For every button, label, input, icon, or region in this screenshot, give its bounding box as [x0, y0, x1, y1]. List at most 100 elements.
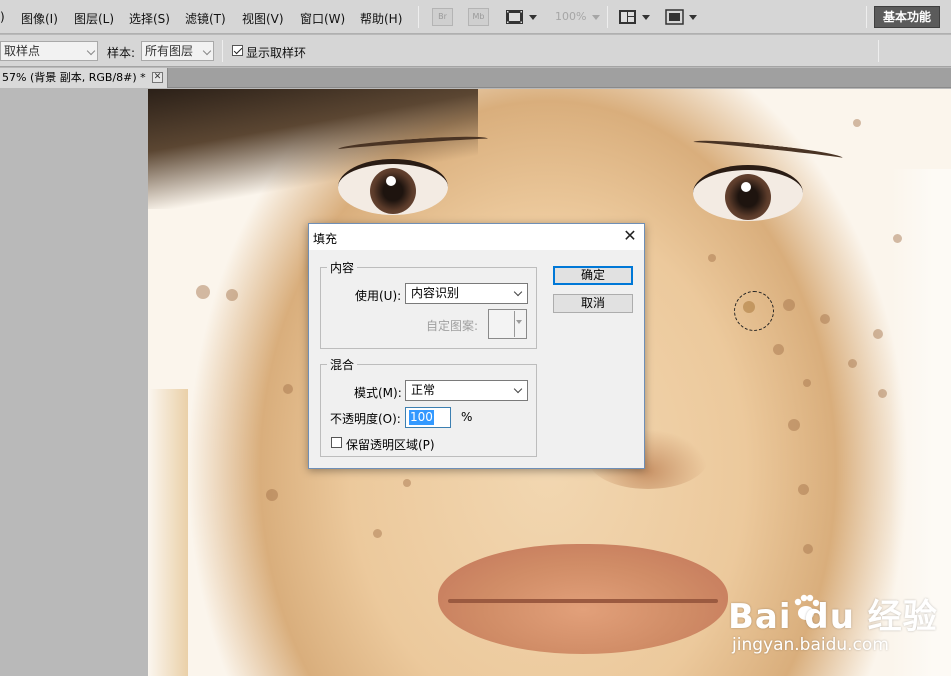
freckle [820, 314, 830, 324]
brush-cursor-circle [734, 291, 774, 331]
contents-legend: 内容 [327, 259, 358, 276]
opacity-unit: % [461, 410, 473, 424]
dialog-title: 填充 [313, 232, 338, 246]
custom-pattern-picker [488, 309, 527, 339]
freckle [708, 254, 716, 262]
mode-select[interactable]: 正常 [405, 380, 528, 401]
preserve-transparency-checkbox[interactable] [331, 437, 342, 448]
freckle [848, 359, 857, 368]
chevron-down-icon [86, 46, 96, 56]
photo-eyebrow-right [692, 137, 844, 163]
use-label: 使用(U): [355, 289, 402, 303]
document-tab-title: 57% (背景 副本, RGB/8#) * [2, 71, 146, 84]
freckle [788, 419, 800, 431]
use-value: 内容识别 [411, 286, 460, 300]
photo-eye-right [693, 165, 803, 221]
ok-button[interactable]: 确定 [553, 266, 633, 285]
menu-separator [418, 6, 419, 28]
arrange-layout-button[interactable] [618, 8, 654, 26]
freckle [798, 484, 809, 495]
photo-iris [370, 168, 416, 214]
chevron-down-icon [516, 320, 522, 324]
zoom-chevron-icon [592, 15, 600, 20]
sample-label: 样本: [107, 46, 136, 60]
menu-filter[interactable]: 滤镜(T) [185, 10, 226, 27]
freckle [853, 119, 861, 127]
freckle [783, 299, 795, 311]
layout-icon [619, 10, 636, 24]
opacity-input[interactable]: 100 [405, 407, 451, 428]
photo-eye-glint [741, 182, 751, 192]
options-bar: 取样点 样本: 所有图层 显示取样环 [0, 35, 951, 67]
contents-group: 内容 使用(U): 内容识别 自定图案: [320, 259, 537, 349]
freckle [803, 379, 811, 387]
arrange-documents-button[interactable] [505, 8, 541, 26]
menu-image[interactable]: 图像(I) [21, 10, 58, 27]
menu-window[interactable]: 窗口(W) [300, 10, 345, 27]
custom-pattern-label: 自定图案: [426, 319, 479, 333]
zoom-level[interactable]: 100% [555, 10, 586, 23]
menu-view[interactable]: 视图(V) [242, 10, 284, 27]
document-tab[interactable]: 57% (背景 副本, RGB/8#) * ✕ [0, 68, 168, 88]
screen-mode-button[interactable] [665, 8, 701, 26]
menu-select[interactable]: 选择(S) [129, 10, 170, 27]
pattern-swatch [490, 311, 515, 337]
sample-point-select[interactable]: 取样点 [0, 41, 98, 61]
chevron-down-icon [529, 15, 537, 20]
chevron-down-icon [513, 287, 523, 297]
chevron-down-icon [202, 46, 212, 56]
opacity-value: 100 [409, 410, 434, 425]
freckle [283, 384, 293, 394]
close-icon[interactable]: ✕ [152, 72, 163, 83]
photo-lip-line [448, 599, 718, 603]
menu-bar: ) 图像(I) 图层(L) 选择(S) 滤镜(T) 视图(V) 窗口(W) 帮助… [0, 0, 951, 34]
photo-background-left [148, 389, 188, 676]
freckle [373, 529, 382, 538]
freckle [196, 285, 210, 299]
menu-separator [607, 6, 608, 28]
options-separator [222, 40, 223, 62]
photo-eye-glint [386, 176, 396, 186]
dialog-titlebar[interactable]: 填充 ✕ [309, 224, 644, 250]
blending-legend: 混合 [327, 356, 358, 373]
menu-help[interactable]: 帮助(H) [360, 10, 402, 27]
chevron-down-icon [513, 384, 523, 394]
minibridge-icon[interactable]: Mb [468, 8, 489, 26]
baidu-watermark: Bai du 经验 jingyan.baidu.com [728, 589, 948, 669]
freckle [226, 289, 238, 301]
freckle [403, 479, 411, 487]
film-icon [506, 10, 523, 24]
fill-dialog: 填充 ✕ 内容 使用(U): 内容识别 自定图案: 混合 模式(M): 正常 不… [308, 223, 645, 469]
sample-value: 所有图层 [145, 44, 194, 58]
mode-label: 模式(M): [354, 386, 402, 400]
cancel-button[interactable]: 取消 [553, 294, 633, 313]
sample-select[interactable]: 所有图层 [141, 41, 214, 61]
freckle [878, 389, 887, 398]
menu-fragment: ) [0, 10, 5, 24]
menu-separator [866, 6, 867, 28]
show-ring-checkbox[interactable] [232, 45, 243, 56]
watermark-url: jingyan.baidu.com [732, 635, 889, 655]
freckle [773, 344, 784, 355]
menu-layer[interactable]: 图层(L) [74, 10, 114, 27]
preserve-transparency-label[interactable]: 保留透明区域(P) [346, 436, 435, 453]
close-icon[interactable]: ✕ [621, 227, 639, 245]
opacity-label: 不透明度(O): [330, 412, 401, 426]
freckle [266, 489, 278, 501]
watermark-logo-text: Bai du 经验 [728, 597, 938, 637]
bridge-icon[interactable]: Br [432, 8, 453, 26]
screen-mode-icon [665, 9, 684, 25]
show-ring-label[interactable]: 显示取样环 [246, 44, 306, 61]
sample-point-value: 取样点 [4, 44, 41, 58]
chevron-down-icon [689, 15, 697, 20]
freckle [803, 544, 813, 554]
freckle [873, 329, 883, 339]
chevron-down-icon [642, 15, 650, 20]
freckle [893, 234, 902, 243]
use-select[interactable]: 内容识别 [405, 283, 528, 304]
mode-value: 正常 [411, 383, 436, 397]
photo-iris [725, 174, 771, 220]
workspace-button[interactable]: 基本功能 [874, 6, 940, 28]
options-separator [878, 40, 879, 62]
blending-group: 混合 模式(M): 正常 不透明度(O): 100 % 保留透明区域(P) [320, 356, 537, 457]
